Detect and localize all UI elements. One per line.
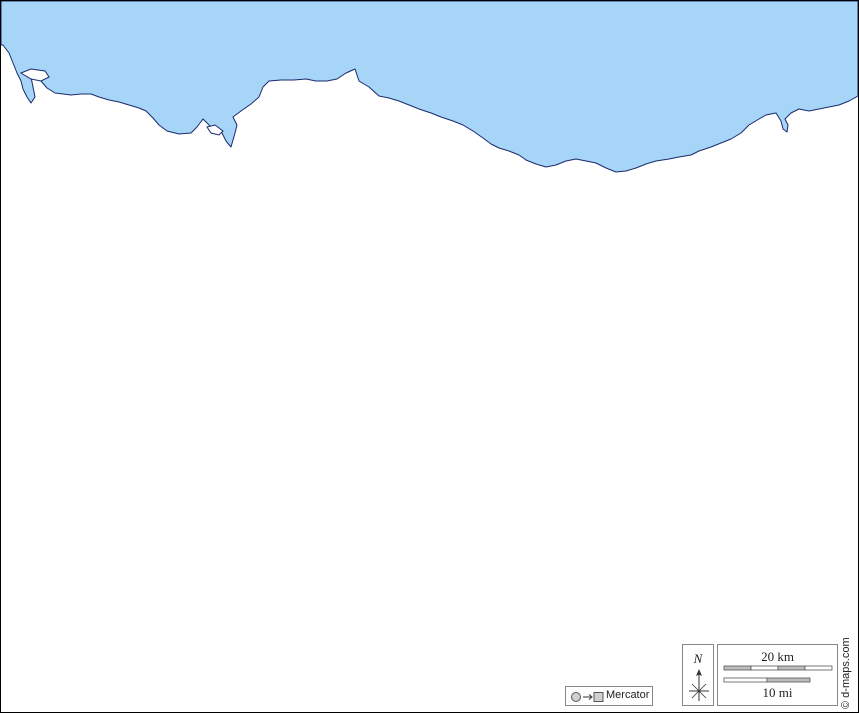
map-frame: Mercator N 20 km 10 mi © d-maps.com xyxy=(0,0,859,713)
map-canvas xyxy=(1,1,858,173)
sea-area xyxy=(1,1,858,173)
scale-mi-bar xyxy=(723,677,811,683)
projection-legend: Mercator xyxy=(565,686,653,706)
credit-label: © d-maps.com xyxy=(840,637,852,709)
north-label: N xyxy=(693,651,703,666)
scale-legend: 20 km 10 mi xyxy=(717,644,838,706)
projection-label: Mercator xyxy=(606,689,650,701)
scale-mi-label: 10 mi xyxy=(762,685,793,700)
scale-km-bar xyxy=(723,665,833,671)
compass-legend: N xyxy=(682,644,714,706)
globe-to-map-icon xyxy=(571,692,604,702)
compass-rose-icon xyxy=(689,669,709,701)
